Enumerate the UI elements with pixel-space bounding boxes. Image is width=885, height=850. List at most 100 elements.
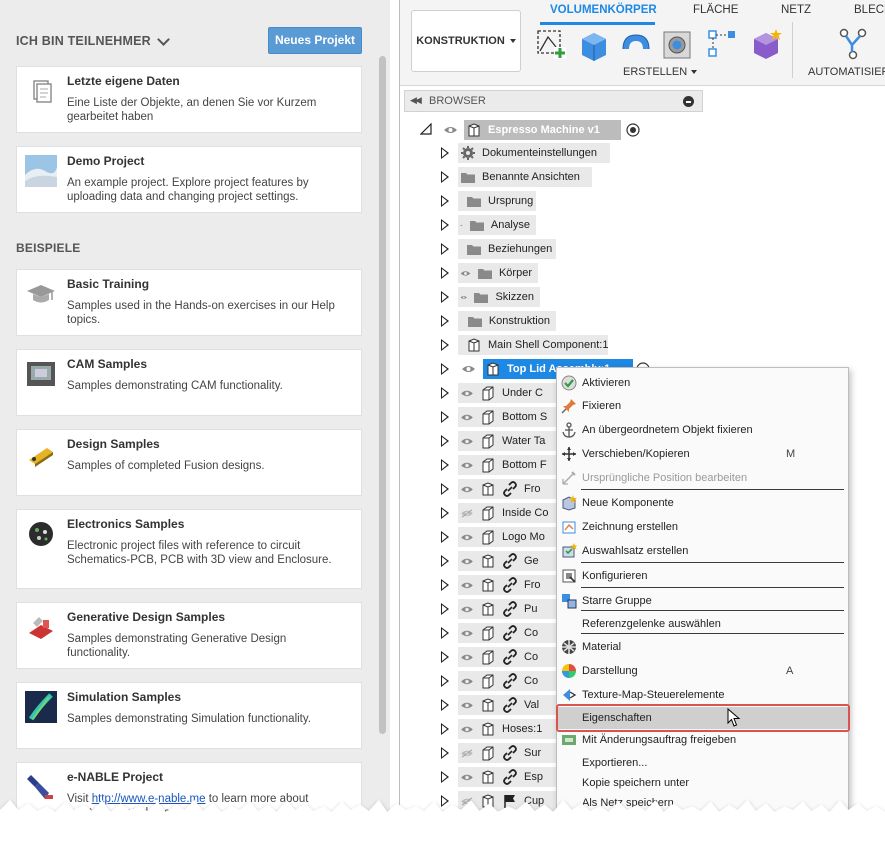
visibility-eye-icon[interactable] (460, 773, 474, 782)
collapsed-triangle-icon[interactable] (441, 171, 449, 183)
collapsed-triangle-icon[interactable] (441, 483, 449, 495)
collapsed-triangle-icon[interactable] (441, 579, 449, 591)
tree-item[interactable]: Konstruktion (458, 311, 556, 331)
visibility-eye-icon[interactable] (460, 437, 474, 446)
create-menu-dropdown[interactable]: ERSTELLEN (623, 66, 697, 78)
menu-item-an-übergeordnetem-objekt-fixieren[interactable]: An übergeordnetem Objekt fixieren (557, 419, 848, 441)
tab-solid[interactable]: VOLUMENKÖRPER (550, 4, 657, 16)
hole-icon[interactable] (661, 27, 695, 61)
pattern-icon[interactable] (706, 27, 740, 61)
collapsed-triangle-icon[interactable] (441, 531, 449, 543)
tree-item-root[interactable]: Espresso Machine v1 (464, 120, 621, 140)
collapsed-triangle-icon[interactable] (441, 147, 449, 159)
tree-item[interactable]: Ursprung (458, 191, 536, 211)
collapsed-triangle-icon[interactable] (441, 195, 449, 207)
collapsed-triangle-icon[interactable] (441, 291, 449, 303)
menu-item-mit-änderungsauftrag-freigeben[interactable]: Mit Änderungsauftrag freigeben (557, 729, 848, 751)
extrude-icon[interactable] (576, 27, 610, 61)
visibility-eye-icon[interactable] (460, 389, 474, 398)
shortcut-key: M (786, 448, 796, 460)
visibility-eye-icon[interactable] (460, 293, 467, 302)
hidden-eye-icon[interactable] (460, 508, 474, 518)
visibility-eye-icon[interactable] (460, 533, 474, 542)
collapsed-triangle-icon[interactable] (441, 507, 449, 519)
collapsed-triangle-icon[interactable] (441, 723, 449, 735)
collapsed-triangle-icon[interactable] (441, 603, 449, 615)
visibility-eye-icon[interactable] (461, 364, 476, 374)
menu-item-darstellung[interactable]: Darstellung A (557, 660, 848, 682)
tree-item[interactable]: Skizzen (458, 287, 540, 307)
tab-mesh[interactable]: NETZ (781, 4, 811, 16)
collapsed-triangle-icon[interactable] (441, 219, 449, 231)
menu-item-aktivieren[interactable]: Aktivieren (557, 372, 848, 394)
expanded-triangle-icon[interactable] (420, 123, 432, 135)
collapse-arrows-icon[interactable]: ◀◀ (410, 95, 422, 106)
new-component-icon[interactable] (750, 27, 784, 61)
tree-item[interactable]: Dokumenteinstellungen (458, 143, 610, 163)
menu-item-exportieren[interactable]: Exportieren... (557, 752, 848, 774)
tree-item[interactable]: Benannte Ansichten (458, 167, 592, 187)
visibility-eye-icon[interactable] (460, 653, 474, 662)
visibility-eye-icon[interactable] (443, 125, 458, 135)
tree-row: Analyse (0, 213, 885, 237)
tree-item[interactable]: Analyse (458, 215, 536, 235)
participant-filter-dropdown[interactable]: ICH BIN TEILNEHMER (16, 32, 170, 48)
collapsed-triangle-icon[interactable] (441, 771, 449, 783)
visibility-eye-icon[interactable] (460, 317, 461, 326)
folder-icon (469, 221, 484, 231)
collapsed-triangle-icon[interactable] (441, 387, 449, 399)
collapsed-triangle-icon[interactable] (441, 675, 449, 687)
collapsed-triangle-icon[interactable] (441, 339, 449, 351)
collapsed-triangle-icon[interactable] (441, 267, 449, 279)
menu-item-fixieren[interactable]: Fixieren (557, 395, 848, 417)
visibility-eye-icon[interactable] (460, 677, 474, 686)
collapsed-triangle-icon[interactable] (441, 555, 449, 567)
menu-item-konfigurieren[interactable]: Konfigurieren (557, 565, 848, 587)
menu-item-zeichnung-erstellen[interactable]: Zeichnung erstellen (557, 516, 848, 538)
collapsed-triangle-icon[interactable] (441, 699, 449, 711)
menu-item-auswahlsatz-erstellen[interactable]: Auswahlsatz erstellen (557, 540, 848, 562)
collapsed-triangle-icon[interactable] (441, 747, 449, 759)
revolve-icon[interactable] (619, 27, 653, 61)
collapsed-triangle-icon[interactable] (441, 651, 449, 663)
tree-item[interactable]: Beziehungen (458, 239, 556, 259)
menu-item-texture-map-steuerelemente[interactable]: Texture-Map-Steuerelemente (557, 684, 848, 706)
visibility-eye-icon[interactable] (460, 581, 474, 590)
visibility-eye-icon[interactable] (460, 725, 474, 734)
visibility-eye-icon[interactable] (460, 701, 474, 710)
new-project-button[interactable]: Neues Projekt (268, 27, 362, 54)
menu-item-neue-komponente[interactable]: Neue Komponente (557, 492, 848, 514)
menu-item-material[interactable]: Material (557, 636, 848, 658)
visibility-eye-icon[interactable] (460, 413, 474, 422)
rigid-group-icon (562, 594, 577, 609)
active-radio-icon[interactable] (626, 123, 640, 137)
visibility-eye-icon[interactable] (460, 629, 474, 638)
collapsed-triangle-icon[interactable] (441, 459, 449, 471)
browser-minimize-icon[interactable] (683, 96, 694, 107)
collapsed-triangle-icon[interactable] (441, 435, 449, 447)
collapsed-triangle-icon[interactable] (441, 243, 449, 255)
visibility-eye-icon[interactable] (460, 485, 474, 494)
collapsed-triangle-icon[interactable] (441, 315, 449, 327)
tree-item[interactable]: Main Shell Component:1 (458, 335, 608, 355)
tree-item[interactable]: Körper (458, 263, 538, 283)
visibility-eye-icon[interactable] (460, 269, 471, 278)
visibility-eye-icon[interactable] (460, 221, 463, 230)
tab-sheet-metal[interactable]: BLECH (854, 4, 885, 16)
menu-item-verschieben-kopieren[interactable]: Verschieben/Kopieren M (557, 443, 848, 465)
menu-item-referenzgelenke-auswählen[interactable]: Referenzgelenke auswählen (557, 613, 848, 635)
collapsed-triangle-icon[interactable] (441, 411, 449, 423)
collapsed-triangle-icon[interactable] (441, 627, 449, 639)
automate-menu-dropdown[interactable]: AUTOMATISIERE (808, 66, 885, 78)
tab-surface[interactable]: FLÄCHE (693, 4, 738, 16)
menu-item-starre-gruppe[interactable]: Starre Gruppe (557, 590, 848, 612)
automate-icon[interactable] (836, 27, 870, 61)
menu-item-kopie-speichern-unter[interactable]: Kopie speichern unter (557, 772, 848, 794)
workspace-switcher-button[interactable]: KONSTRUKTION (411, 10, 521, 72)
collapsed-triangle-icon[interactable] (441, 363, 449, 375)
hidden-eye-icon[interactable] (460, 748, 474, 758)
visibility-eye-icon[interactable] (460, 557, 474, 566)
visibility-eye-icon[interactable] (460, 605, 474, 614)
visibility-eye-icon[interactable] (460, 461, 474, 470)
create-sketch-icon[interactable] (534, 27, 568, 61)
